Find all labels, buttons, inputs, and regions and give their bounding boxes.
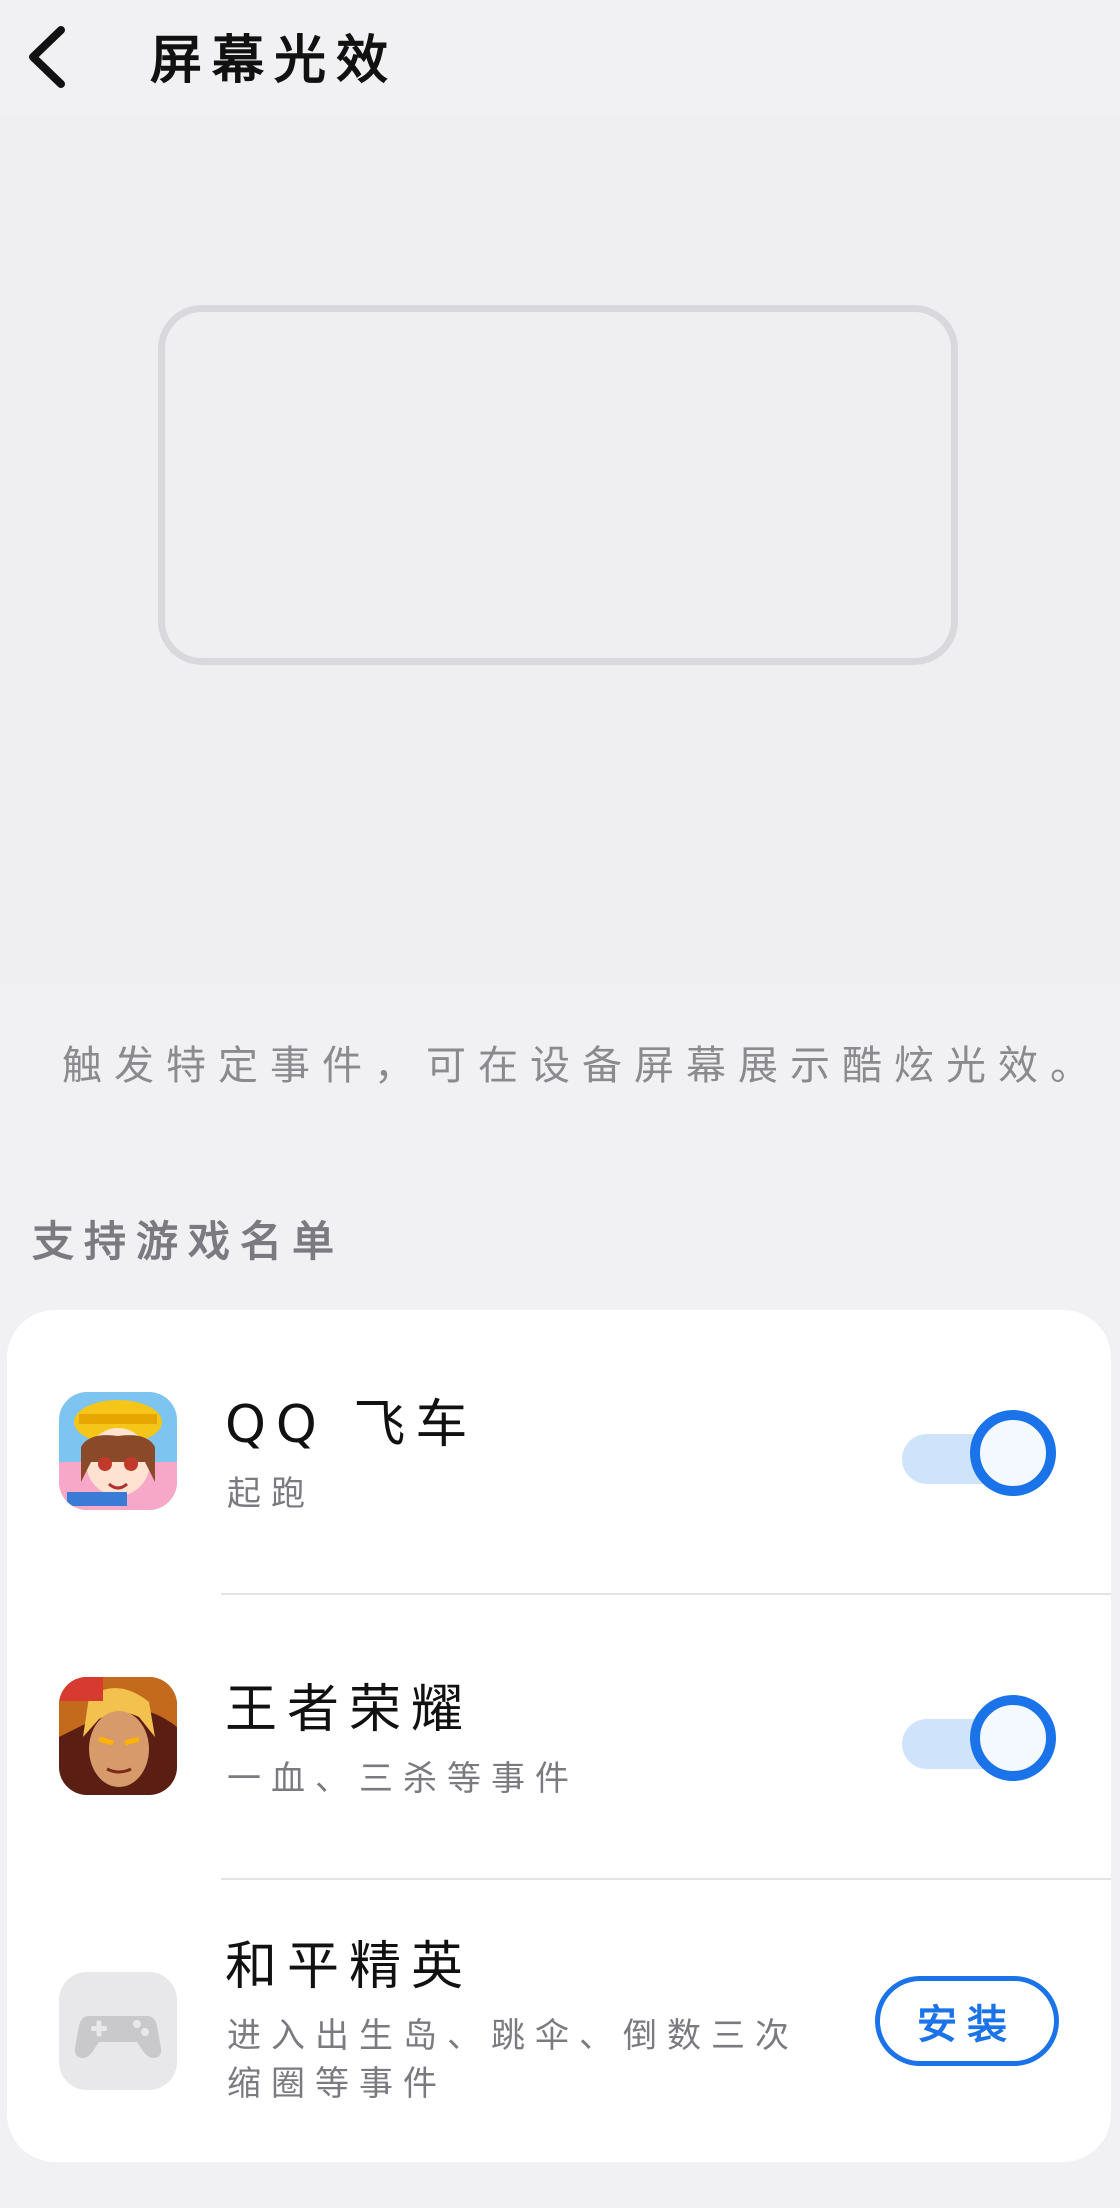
game-event-detail: 起跑	[227, 1474, 315, 1514]
list-item: QQ 飞车 起跑	[7, 1310, 1111, 1595]
screen-light-effect-page: 屏幕光效 触发特定事件，可在设备屏幕展示酷炫光效。 支持游戏名单 QQ 飞车 起…	[0, 0, 1120, 2208]
page-title: 屏幕光效	[150, 31, 399, 91]
top-bar: 屏幕光效	[0, 0, 1120, 115]
honor-of-kings-icon	[59, 1677, 177, 1795]
game-event-detail-line2: 缩圈等事件	[227, 2064, 447, 2104]
list-item: 和平精英 进入出生岛、跳伞、倒数三次 缩圈等事件 安装	[7, 1880, 1111, 2162]
section-title-supported-games: 支持游戏名单	[32, 1217, 345, 1266]
gamepad-icon	[59, 1972, 177, 2090]
game-name: 王者荣耀	[225, 1680, 474, 1740]
game-event-detail: 一血、三杀等事件	[227, 1759, 579, 1799]
qq-speed-game-icon	[59, 1392, 177, 1510]
install-button[interactable]: 安装	[875, 1976, 1059, 2066]
light-effect-toggle[interactable]	[902, 1693, 1062, 1783]
supported-games-list: QQ 飞车 起跑 王者荣耀 一血、三杀等事件 和平精英 进入出生岛、跳伞、倒数三…	[7, 1310, 1111, 2162]
game-name: 和平精英	[225, 1937, 474, 1997]
feature-description: 触发特定事件，可在设备屏幕展示酷炫光效。	[62, 1043, 1102, 1089]
toggle-knob	[970, 1410, 1056, 1496]
light-effect-toggle[interactable]	[902, 1408, 1062, 1498]
back-button[interactable]	[12, 20, 82, 94]
toggle-knob	[970, 1695, 1056, 1781]
back-arrow-icon	[29, 26, 65, 88]
device-preview-frame	[158, 305, 958, 665]
list-item: 王者荣耀 一血、三杀等事件	[7, 1595, 1111, 1880]
game-name: QQ 飞车	[225, 1395, 478, 1455]
game-event-detail-line1: 进入出生岛、跳伞、倒数三次	[227, 2016, 799, 2056]
